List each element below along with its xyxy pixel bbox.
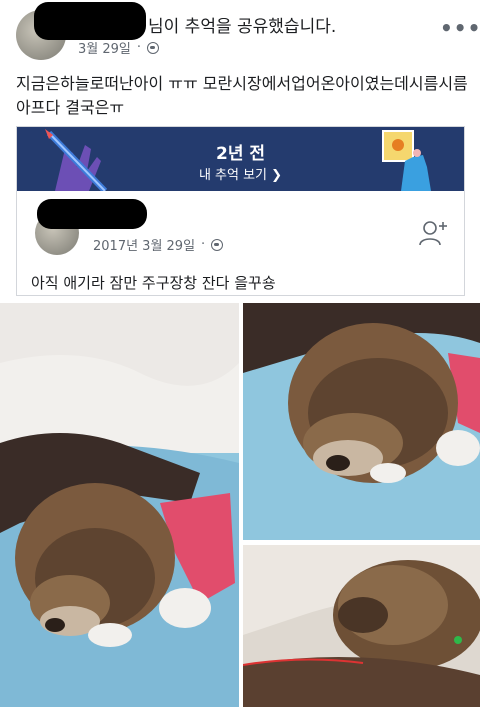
- memory-text: 아직 애기라 잠만 주구장창 잔다 을꾸숑: [31, 274, 276, 292]
- memory-date[interactable]: 2017년 3월 29일: [93, 235, 195, 254]
- globe-icon: [147, 41, 160, 54]
- post-date[interactable]: 3월 29일: [78, 38, 131, 57]
- add-friend-icon[interactable]: [419, 220, 447, 246]
- photo-puppy-3[interactable]: [243, 545, 480, 707]
- globe-icon: [211, 238, 224, 251]
- more-options-button[interactable]: •••: [440, 16, 480, 40]
- puppy-sleeping-image: [0, 303, 239, 707]
- memory-card[interactable]: 2년 전 내 추억 보기 ❯ 2017년 3월 29일 · 아직 애기라 잠만 …: [16, 126, 465, 296]
- photo-puppy-2[interactable]: [243, 303, 480, 540]
- redacted-name: [37, 199, 147, 229]
- post-meta: 3월 29일 ·: [78, 38, 160, 57]
- share-headline: 님이 추억을 공유했습니다.: [78, 12, 336, 37]
- memory-meta: 2017년 3월 29일 ·: [93, 235, 224, 254]
- puppy-sleeping-image: [243, 303, 480, 540]
- puppy-sleeping-image: [243, 545, 480, 707]
- share-text: 님이 추억을 공유했습니다.: [148, 17, 337, 37]
- post-body: 지금은하늘로떠난아이 ㅠㅠ 모란시장에서업어온아이였는데시름시름아프다 결국은ㅠ: [16, 74, 468, 117]
- memory-banner[interactable]: 2년 전 내 추억 보기 ❯: [17, 127, 464, 191]
- photo-puppy-1[interactable]: [0, 303, 239, 707]
- photo-frame-illustration-icon: [382, 130, 431, 191]
